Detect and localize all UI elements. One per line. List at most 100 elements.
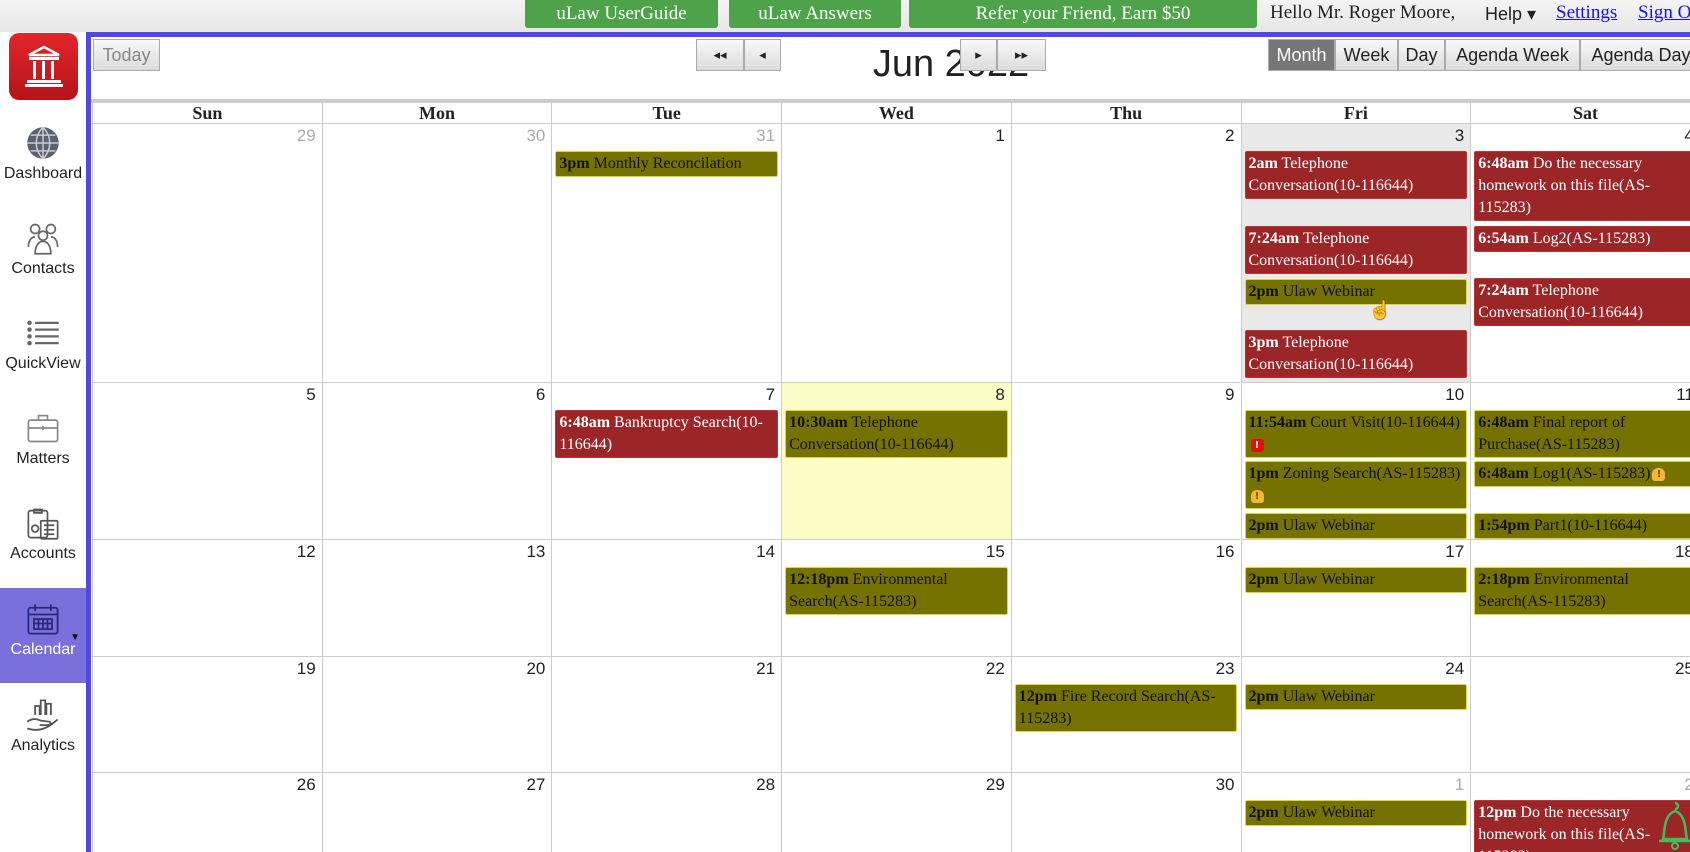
sidebar-item-dashboard[interactable]: Dashboard <box>0 117 86 183</box>
day-cell[interactable]: 14 <box>551 540 782 657</box>
day-cell[interactable]: 16 <box>1010 540 1241 657</box>
calendar-event[interactable]: 2pm Ulaw Webinar <box>1244 279 1468 305</box>
calendar-event[interactable]: 7:24am Telephone Conversation(10-116644) <box>1474 278 1690 326</box>
day-number[interactable]: 15 <box>986 542 1005 562</box>
day-number[interactable]: 27 <box>526 775 545 795</box>
calendar-event[interactable]: 3pm Telephone Conversation(10-116644) <box>1244 330 1468 378</box>
day-cell[interactable]: 20 <box>321 657 552 773</box>
day-cell[interactable]: 4 6:48am Do the necessary homework on thi… <box>1470 124 1690 383</box>
day-cell[interactable]: 10 11:54am Court Visit(10-116644)! 1pm Zon… <box>1240 383 1471 540</box>
prev-month-button[interactable]: ◂ <box>744 39 781 71</box>
day-number[interactable]: 30 <box>526 126 545 146</box>
day-cell[interactable]: 12 <box>92 540 322 657</box>
day-cell[interactable]: 6 <box>321 383 552 540</box>
next-month-button[interactable]: ▸ <box>960 39 997 71</box>
day-cell[interactable]: 13 <box>321 540 552 657</box>
day-cell[interactable]: 31 3pm Monthly Reconcilation <box>551 124 782 383</box>
day-cell[interactable]: 23 12pm Fire Record Search(AS-115283) <box>1010 657 1241 773</box>
answers-button[interactable]: uLaw Answers <box>729 0 901 28</box>
calendar-event[interactable]: 6:48am Do the necessary homework on this… <box>1474 151 1690 221</box>
day-number[interactable]: 13 <box>526 542 545 562</box>
calendar-event[interactable]: 1:54pm Part1(10-116644) <box>1474 513 1690 539</box>
day-cell[interactable]: 24 2pm Ulaw Webinar <box>1240 657 1471 773</box>
calendar-event[interactable]: 10:30am Telephone Conversation(10-116644… <box>785 410 1008 458</box>
day-cell[interactable]: 9 <box>1010 383 1241 540</box>
day-cell[interactable]: 26 <box>92 773 322 852</box>
day-cell[interactable]: 29 <box>92 124 322 383</box>
day-number[interactable]: 25 <box>1675 659 1690 679</box>
calendar-event[interactable]: 2:18pm Environmental Search(AS-115283) <box>1474 567 1690 615</box>
today-button[interactable]: Today <box>93 39 160 71</box>
day-number[interactable]: 21 <box>756 659 775 679</box>
view-week-button[interactable]: Week <box>1335 39 1398 71</box>
day-cell[interactable]: 1 2pm Ulaw Webinar <box>1240 773 1471 852</box>
calendar-event[interactable]: 1pm Zoning Search(AS-115283)! <box>1244 461 1468 509</box>
day-cell[interactable]: 29 <box>781 773 1011 852</box>
day-cell[interactable]: 28 <box>551 773 781 852</box>
settings-link[interactable]: Settings <box>1556 2 1617 24</box>
day-cell[interactable]: 30 <box>1010 773 1241 852</box>
day-number[interactable]: 28 <box>756 775 775 795</box>
day-cell[interactable]: 21 <box>551 657 782 773</box>
day-cell[interactable]: 18 2:18pm Environmental Search(AS-115283) <box>1470 540 1690 657</box>
calendar-event[interactable]: 7:24am Telephone Conversation(10-116644) <box>1244 226 1468 274</box>
day-number[interactable]: 30 <box>1216 775 1235 795</box>
calendar-event[interactable]: 12:18pm Environmental Search(AS-115283) <box>785 567 1008 615</box>
sidebar-item-analytics[interactable]: Analytics <box>0 689 86 755</box>
sign-out-link[interactable]: Sign O <box>1638 2 1690 24</box>
day-number[interactable]: 18 <box>1675 542 1690 562</box>
day-cell[interactable]: 25 <box>1470 657 1690 773</box>
app-logo[interactable] <box>9 33 78 100</box>
sidebar-item-contacts[interactable]: Contacts <box>0 212 86 278</box>
day-cell[interactable]: 15 12:18pm Environmental Search(AS-115283… <box>781 540 1011 657</box>
day-number[interactable]: 10 <box>1445 385 1464 405</box>
view-agenda-day-button[interactable]: Agenda Day <box>1580 39 1690 71</box>
calendar-event[interactable]: 2pm Ulaw Webinar <box>1244 567 1468 593</box>
day-number[interactable]: 22 <box>986 659 1005 679</box>
calendar-event[interactable]: 2am Telephone Conversation(10-116644) <box>1244 151 1468 199</box>
day-number[interactable]: 8 <box>995 385 1004 405</box>
caret-down-icon[interactable]: ▼ <box>70 632 80 643</box>
calendar-event[interactable]: 2pm Ulaw Webinar <box>1244 800 1468 826</box>
sidebar-item-quickview[interactable]: QuickView <box>0 307 86 373</box>
day-number[interactable]: 2 <box>1225 126 1234 146</box>
day-number[interactable]: 20 <box>526 659 545 679</box>
calendar-event[interactable]: 2pm Ulaw Webinar <box>1244 513 1468 539</box>
day-number[interactable]: 29 <box>986 775 1005 795</box>
day-cell[interactable]: 3 2am Telephone Conversation(10-116644) 7:… <box>1240 124 1471 383</box>
calendar-event[interactable]: 2pm Ulaw Webinar <box>1244 684 1468 710</box>
day-number[interactable]: 24 <box>1445 659 1464 679</box>
day-number[interactable]: 14 <box>756 542 775 562</box>
calendar-event[interactable]: 3pm Monthly Reconcilation <box>555 151 779 177</box>
day-cell[interactable]: 1 <box>781 124 1011 383</box>
day-number[interactable]: 1 <box>1455 775 1464 795</box>
next-year-button[interactable]: ▸▸ <box>997 39 1046 71</box>
day-cell[interactable]: 27 <box>321 773 552 852</box>
view-month-button[interactable]: Month <box>1268 39 1335 71</box>
refer-friend-button[interactable]: Refer your Friend, Earn $50 <box>909 0 1257 28</box>
day-number[interactable]: 26 <box>297 775 316 795</box>
view-agenda-week-button[interactable]: Agenda Week <box>1445 39 1580 71</box>
calendar-event[interactable]: 12pm Fire Record Search(AS-115283) <box>1014 684 1238 732</box>
day-number[interactable]: 2 <box>1684 775 1690 795</box>
calendar-event[interactable]: 11:54am Court Visit(10-116644)! <box>1244 410 1468 458</box>
calendar-event[interactable]: 6:48am Bankruptcy Search(10-116644) <box>555 410 779 458</box>
calendar-event[interactable]: 6:48am Log1(AS-115283)! <box>1474 461 1690 487</box>
day-cell[interactable]: 30 <box>321 124 552 383</box>
day-cell[interactable]: 19 <box>92 657 322 773</box>
day-cell[interactable]: 8 10:30am Telephone Conversation(10-11664… <box>781 383 1011 540</box>
day-number[interactable]: 19 <box>297 659 316 679</box>
help-menu[interactable]: Help ▾ <box>1485 4 1536 25</box>
day-number[interactable]: 4 <box>1684 126 1690 146</box>
day-cell[interactable]: 5 <box>92 383 322 540</box>
view-day-button[interactable]: Day <box>1398 39 1445 71</box>
day-number[interactable]: 5 <box>306 385 315 405</box>
day-number[interactable]: 29 <box>297 126 316 146</box>
calendar-event[interactable]: 6:48am Final report of Purchase(AS-11528… <box>1474 410 1690 458</box>
day-cell[interactable]: 11 6:48am Final report of Purchase(AS-115… <box>1470 383 1690 540</box>
sidebar-item-accounts[interactable]: Accounts <box>0 497 86 563</box>
day-number[interactable]: 12 <box>297 542 316 562</box>
day-number[interactable]: 9 <box>1225 385 1234 405</box>
day-number[interactable]: 3 <box>1455 126 1464 146</box>
day-number[interactable]: 11 <box>1676 385 1690 405</box>
